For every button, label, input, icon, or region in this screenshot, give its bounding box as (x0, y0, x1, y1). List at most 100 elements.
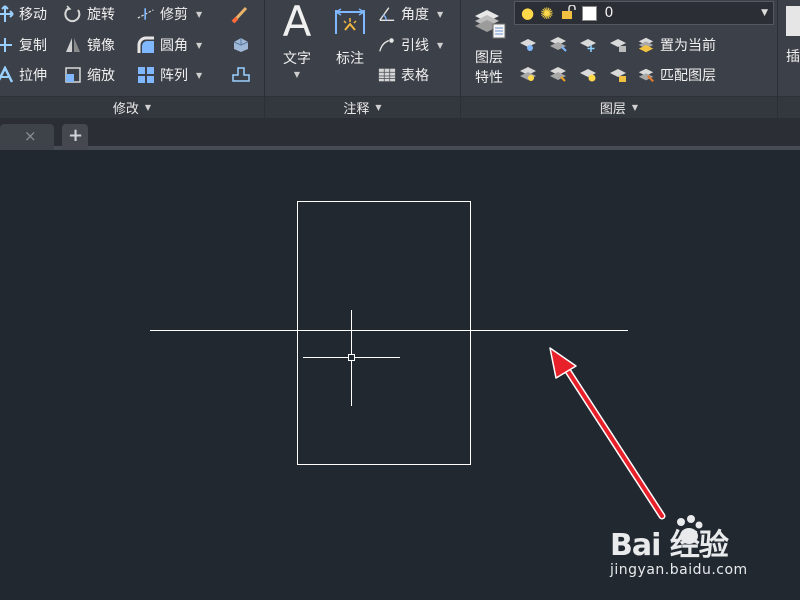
scale-button[interactable]: 缩放 (64, 64, 115, 86)
modify-panel: 移动 旋转 修剪 ▼ 复制 镜像 圆角 ▼ 拉伸 缩放 阵列 ▼ 修改 ▼ (0, 0, 264, 118)
annotation-panel-label: 注释 (343, 102, 370, 117)
make-current-button[interactable]: 置为当前 (637, 34, 716, 56)
rotate-label: 旋转 (87, 7, 115, 23)
insert-icon (786, 6, 800, 36)
tab-close-icon[interactable]: × (24, 127, 37, 145)
fillet-dropdown-icon[interactable]: ▼ (196, 41, 202, 50)
scale-icon (64, 66, 82, 84)
layers-expand-icon: ▼ (631, 103, 639, 112)
layer-dropdown[interactable]: ● ✺ 0 ▼ (514, 1, 774, 25)
leader-icon (378, 36, 396, 54)
leader-button[interactable]: 引线 ▼ (378, 34, 443, 56)
trim-label: 修剪 (160, 7, 188, 23)
fillet-button[interactable]: 圆角 ▼ (137, 34, 202, 56)
layer-isolate-icon[interactable] (547, 34, 569, 54)
insert-panel: 插 (778, 0, 800, 118)
dimension-button[interactable]: 标注 (329, 0, 371, 68)
match-layer-label: 匹配图层 (660, 68, 716, 84)
stretch-label: 拉伸 (19, 68, 47, 84)
current-layer-name: 0 (604, 5, 614, 21)
trim-button[interactable]: 修剪 ▼ (137, 3, 202, 25)
layer-off-icon[interactable] (517, 34, 539, 54)
layer-unlock-icon[interactable] (607, 64, 629, 84)
document-tab-bar: × + (0, 118, 800, 150)
move-icon (0, 5, 14, 23)
watermark-url: jingyan.baidu.com (610, 562, 748, 578)
text-icon: A (282, 0, 312, 46)
explode-icon[interactable] (230, 34, 252, 54)
annotation-expand-icon: ▼ (375, 103, 382, 112)
array-label: 阵列 (160, 68, 188, 84)
move-button[interactable]: 移动 (0, 3, 47, 25)
copy-label: 复制 (19, 38, 47, 54)
plus-icon: + (68, 125, 84, 146)
match-layer-button[interactable]: 匹配图层 (637, 64, 716, 86)
copy-icon (0, 36, 14, 54)
layer-properties-label-1: 图层 (475, 50, 503, 66)
text-button[interactable]: A 文字 ▼ (277, 0, 317, 79)
angle-button[interactable]: 角度 ▼ (378, 3, 443, 25)
match-layer-icon (637, 66, 655, 84)
rotate-icon (64, 5, 82, 23)
leader-label: 引线 (401, 38, 429, 54)
annotation-panel-title[interactable]: 注释 ▼ (265, 96, 460, 118)
scale-label: 缩放 (87, 68, 115, 84)
watermark: Bai 经验 jingyan.baidu.com (610, 512, 790, 592)
layer-thaw-icon[interactable] (577, 64, 599, 84)
layer-unisolate-icon[interactable] (547, 64, 569, 84)
modify-expand-icon: ▼ (144, 103, 152, 112)
layer-freeze-icon[interactable] (577, 34, 599, 54)
dimension-icon (329, 0, 371, 44)
layers-panel-label: 图层 (599, 102, 626, 117)
table-icon (378, 66, 396, 84)
rotate-button[interactable]: 旋转 (64, 3, 115, 25)
text-dropdown-icon[interactable]: ▼ (277, 70, 317, 79)
trim-dropdown-icon[interactable]: ▼ (196, 10, 202, 19)
array-button[interactable]: 阵列 ▼ (137, 64, 202, 86)
copy-button[interactable]: 复制 (0, 34, 47, 56)
angle-icon (378, 5, 396, 23)
mirror-icon (64, 36, 82, 54)
drawing-tab[interactable]: × (0, 124, 54, 150)
move-label: 移动 (19, 7, 47, 23)
mirror-label: 镜像 (87, 38, 115, 54)
array-icon (137, 66, 155, 84)
layer-lock-icon[interactable] (607, 34, 629, 54)
array-dropdown-icon[interactable]: ▼ (196, 71, 202, 80)
trim-icon (137, 5, 155, 23)
annotation-arrow (549, 347, 666, 520)
erase-icon[interactable] (230, 4, 252, 24)
new-tab-button[interactable]: + (62, 124, 88, 150)
table-label: 表格 (401, 68, 429, 84)
stretch-icon (0, 66, 14, 84)
angle-label: 角度 (401, 7, 429, 23)
layer-on-icon[interactable] (517, 64, 539, 84)
layer-properties-icon (467, 0, 511, 44)
insert-panel-title[interactable] (778, 96, 800, 118)
pickbox-icon (348, 354, 355, 361)
make-current-icon (637, 36, 655, 54)
modify-panel-title[interactable]: 修改 ▼ (0, 96, 264, 118)
unlock-icon (560, 3, 576, 23)
dimension-label: 标注 (336, 51, 364, 67)
stretch-button[interactable]: 拉伸 (0, 64, 47, 86)
layer-dropdown-caret-icon: ▼ (761, 8, 768, 18)
annotation-panel: A 文字 ▼ 标注 角度 ▼ 引线 ▼ 表格 注释 ▼ (265, 0, 460, 118)
fillet-label: 圆角 (160, 38, 188, 54)
watermark-brand: Bai 经验 (610, 528, 729, 563)
table-button[interactable]: 表格 (378, 64, 429, 86)
leader-dropdown-icon[interactable]: ▼ (437, 41, 443, 50)
text-label: 文字 (283, 51, 311, 67)
angle-dropdown-icon[interactable]: ▼ (437, 10, 443, 19)
rectangle-shape[interactable] (297, 201, 471, 465)
modify-panel-label: 修改 (112, 102, 139, 117)
sun-icon: ✺ (540, 3, 554, 23)
fillet-icon (137, 36, 155, 54)
mirror-button[interactable]: 镜像 (64, 34, 115, 56)
insert-label[interactable]: 插 (786, 46, 800, 66)
layer-properties-button[interactable]: 图层 特性 (467, 0, 511, 87)
layers-panel: 图层 特性 ● ✺ 0 ▼ 置为当前 匹配图层 图层 ▼ (461, 0, 777, 118)
layers-panel-title[interactable]: 图层 ▼ (461, 96, 777, 118)
make-current-label: 置为当前 (660, 38, 716, 54)
offset-icon[interactable] (230, 64, 252, 84)
